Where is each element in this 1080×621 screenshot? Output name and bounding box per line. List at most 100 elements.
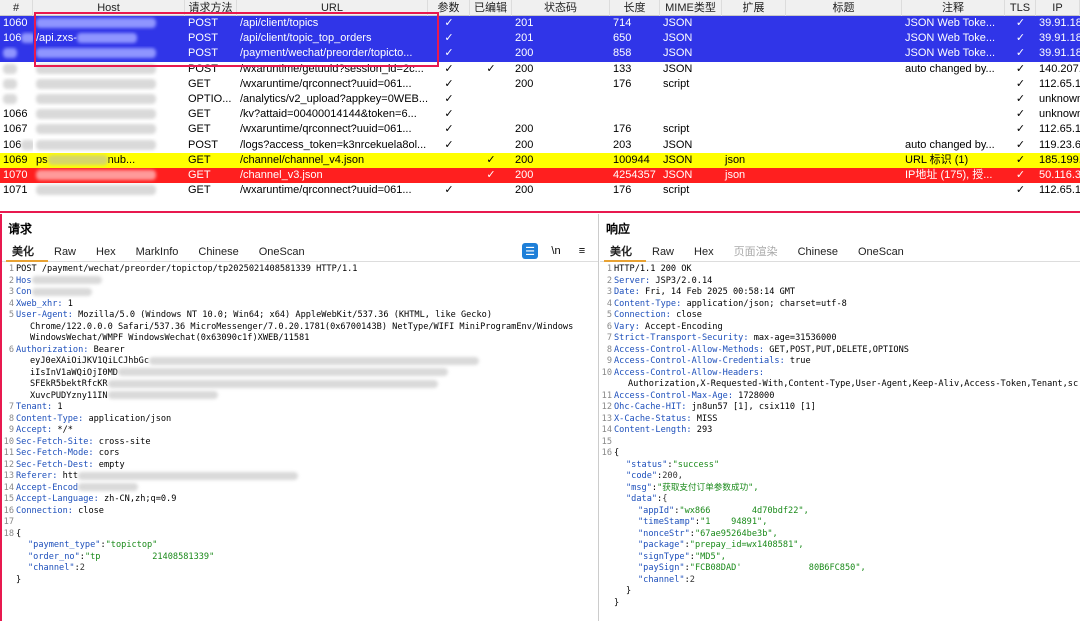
column-header[interactable]: 长度 bbox=[610, 0, 660, 16]
cell-mime: JSON bbox=[663, 32, 693, 45]
tab-hex[interactable]: Hex bbox=[90, 242, 130, 262]
tab-hex[interactable]: Hex bbox=[688, 242, 728, 262]
tab-raw[interactable]: Raw bbox=[646, 242, 688, 262]
line-body: Chrome/122.0.0.0 Safari/537.36 MicroMess… bbox=[16, 322, 573, 334]
tab-美化[interactable]: 美化 bbox=[604, 242, 646, 262]
request-title: 请求 bbox=[8, 222, 33, 236]
column-header[interactable]: 扩展 bbox=[722, 0, 786, 16]
cell-id: 1060 bbox=[0, 16, 33, 31]
table-row[interactable]: GET/wxaruntime/qrconnect?uuid=061... ✓ 200… bbox=[0, 76, 1080, 92]
request-editor[interactable]: 1 POST /payment/wechat/preorder/topictop/… bbox=[2, 262, 598, 586]
column-header[interactable]: 参数 bbox=[428, 0, 470, 16]
line-body: Content-Length: 293 bbox=[614, 425, 712, 437]
header-value: 293 bbox=[691, 425, 713, 435]
table-row[interactable]: 1067 GET/wxaruntime/qrconnect?uuid=061...… bbox=[0, 122, 1080, 138]
header-value: application/json bbox=[83, 413, 172, 424]
tab-chinese[interactable]: Chinese bbox=[792, 242, 852, 262]
table-row[interactable]: 1066 GET/kv?attaid=00400014144&token=6...… bbox=[0, 107, 1080, 123]
cell-length: 650 bbox=[613, 32, 632, 45]
json-line: "channel":2 bbox=[2, 563, 598, 575]
cell-tls: ✓ bbox=[1015, 32, 1026, 45]
tab-markinfo[interactable]: MarkInfo bbox=[130, 242, 193, 262]
cell-ip: 39.91.182.35 bbox=[1039, 17, 1080, 29]
line-number bbox=[600, 563, 614, 575]
tab-onescan[interactable]: OneScan bbox=[253, 242, 319, 262]
newline-toggle-icon[interactable]: \n bbox=[548, 243, 564, 259]
table-row[interactable]: 1070 GET/channel_v3.json ✓ 200 4254357 JSON js… bbox=[0, 167, 1080, 184]
column-header[interactable]: URL bbox=[237, 0, 428, 16]
cell-status: 200 bbox=[515, 123, 534, 136]
line-number: 14 bbox=[601, 425, 612, 435]
table-row[interactable]: 106 POST/logs?access_token=k3nrcekuela8ol… bbox=[0, 137, 1080, 153]
cell-comment bbox=[902, 107, 1005, 122]
json-entry: "order_no":"tp 21408581339" bbox=[28, 551, 215, 562]
brace: } bbox=[626, 586, 632, 596]
line-body: Accept: */* bbox=[16, 425, 73, 437]
table-row[interactable]: OPTIO... /analytics/v2_upload?appkey=0WEB… bbox=[0, 91, 1080, 108]
table-row[interactable]: 1069 ps nub... GET/channel/channel_v4.json ✓… bbox=[0, 152, 1080, 168]
cell-host bbox=[33, 122, 185, 137]
json-entry: "channel":2 bbox=[28, 563, 85, 573]
table-row[interactable]: 1071 GET/wxaruntime/qrconnect?uuid=061...… bbox=[0, 183, 1080, 199]
column-header[interactable]: TLS bbox=[1005, 0, 1036, 16]
cell-status bbox=[512, 92, 610, 107]
code-line: 10 Sec-Fetch-Site: cross-site bbox=[2, 437, 598, 449]
cell-status: 201 bbox=[515, 17, 534, 29]
tab-chinese[interactable]: Chinese bbox=[192, 242, 252, 262]
json-value: "1 94891", bbox=[700, 517, 768, 527]
cell-status: 201 bbox=[515, 32, 534, 45]
redacted-host bbox=[36, 139, 156, 150]
cell-ext bbox=[722, 107, 786, 122]
response-title: 响应 bbox=[606, 222, 631, 236]
cell-edited bbox=[470, 77, 512, 92]
column-header[interactable]: MIME类型 bbox=[660, 0, 722, 16]
json-value: "topictop" bbox=[105, 540, 158, 550]
cell-mime bbox=[660, 107, 722, 122]
column-header[interactable]: 请求方法 bbox=[185, 0, 237, 16]
column-header[interactable]: 标题 bbox=[786, 0, 902, 16]
table-row[interactable]: 106/api.zxs- POST/api/client/topic_top_or… bbox=[0, 31, 1080, 47]
code-line: 1 HTTP/1.1 200 OK bbox=[600, 264, 1080, 276]
menu-icon[interactable]: ≡ bbox=[574, 243, 590, 259]
table-row[interactable]: 1060 POST/api/client/topics ✓ 201 714 JSON JSO… bbox=[0, 16, 1080, 32]
line-body: Xweb_xhr: 1 bbox=[16, 299, 73, 311]
code-line: SFEkR5bektRfcKR bbox=[2, 379, 598, 391]
cell-edited bbox=[470, 46, 512, 61]
column-header[interactable]: IP bbox=[1036, 0, 1080, 16]
table-row[interactable]: POST/payment/wechat/preorder/topicto... ✓… bbox=[0, 46, 1080, 62]
cell-title bbox=[786, 92, 902, 107]
line-number: 9 bbox=[606, 356, 612, 366]
column-header[interactable]: # bbox=[0, 0, 33, 16]
cell-edited: ✓ bbox=[486, 153, 496, 166]
column-header[interactable]: 注释 bbox=[902, 0, 1005, 16]
redacted-value bbox=[31, 276, 102, 284]
line-body: Tenant: 1 bbox=[16, 402, 63, 414]
tab-raw[interactable]: Raw bbox=[48, 242, 90, 262]
line-body: iIsInV1aWQiOjI0MD bbox=[16, 368, 448, 380]
pretty-toggle-icon[interactable]: ☰ bbox=[522, 243, 538, 259]
code-line: 9 Access-Control-Allow-Credentials: true bbox=[600, 356, 1080, 368]
table-row[interactable]: POST/wxaruntime/getuuid?session_id=2c...… bbox=[0, 61, 1080, 77]
line-number: 6 bbox=[8, 344, 14, 355]
column-header[interactable]: 已编辑 bbox=[470, 0, 512, 16]
column-header[interactable]: Host bbox=[33, 0, 185, 16]
code-line: 3 Con bbox=[2, 287, 598, 299]
request-tools: ☰ \n ≡ bbox=[522, 243, 590, 259]
json-line: "payment_type":"topictop" bbox=[2, 540, 598, 552]
tab-美化[interactable]: 美化 bbox=[6, 242, 48, 262]
json-value: { bbox=[662, 494, 668, 504]
response-editor[interactable]: 1 HTTP/1.1 200 OK 2 Server: JSP3/2.0.14 3 Dat… bbox=[600, 262, 1080, 609]
pane-divider[interactable] bbox=[0, 211, 1080, 213]
json-key: "paySign" bbox=[638, 563, 685, 573]
tab-页面渲染[interactable]: 页面渲染 bbox=[728, 242, 792, 262]
line-body: Hos bbox=[16, 276, 102, 288]
column-header[interactable]: 状态码 bbox=[512, 0, 610, 16]
proxy-history-table[interactable]: # Host 请求方法 URL 参数 已编辑 状态码 长度 MIME类型 扩展 标题 注释 TLS IP … bbox=[0, 0, 1080, 208]
line-number bbox=[2, 391, 16, 403]
row-id: 1069 bbox=[3, 153, 28, 166]
cell-id bbox=[0, 77, 33, 92]
cell-method: POST bbox=[188, 32, 218, 45]
line-number: 2 bbox=[8, 275, 14, 286]
redacted-host bbox=[36, 109, 156, 120]
tab-onescan[interactable]: OneScan bbox=[852, 242, 918, 262]
